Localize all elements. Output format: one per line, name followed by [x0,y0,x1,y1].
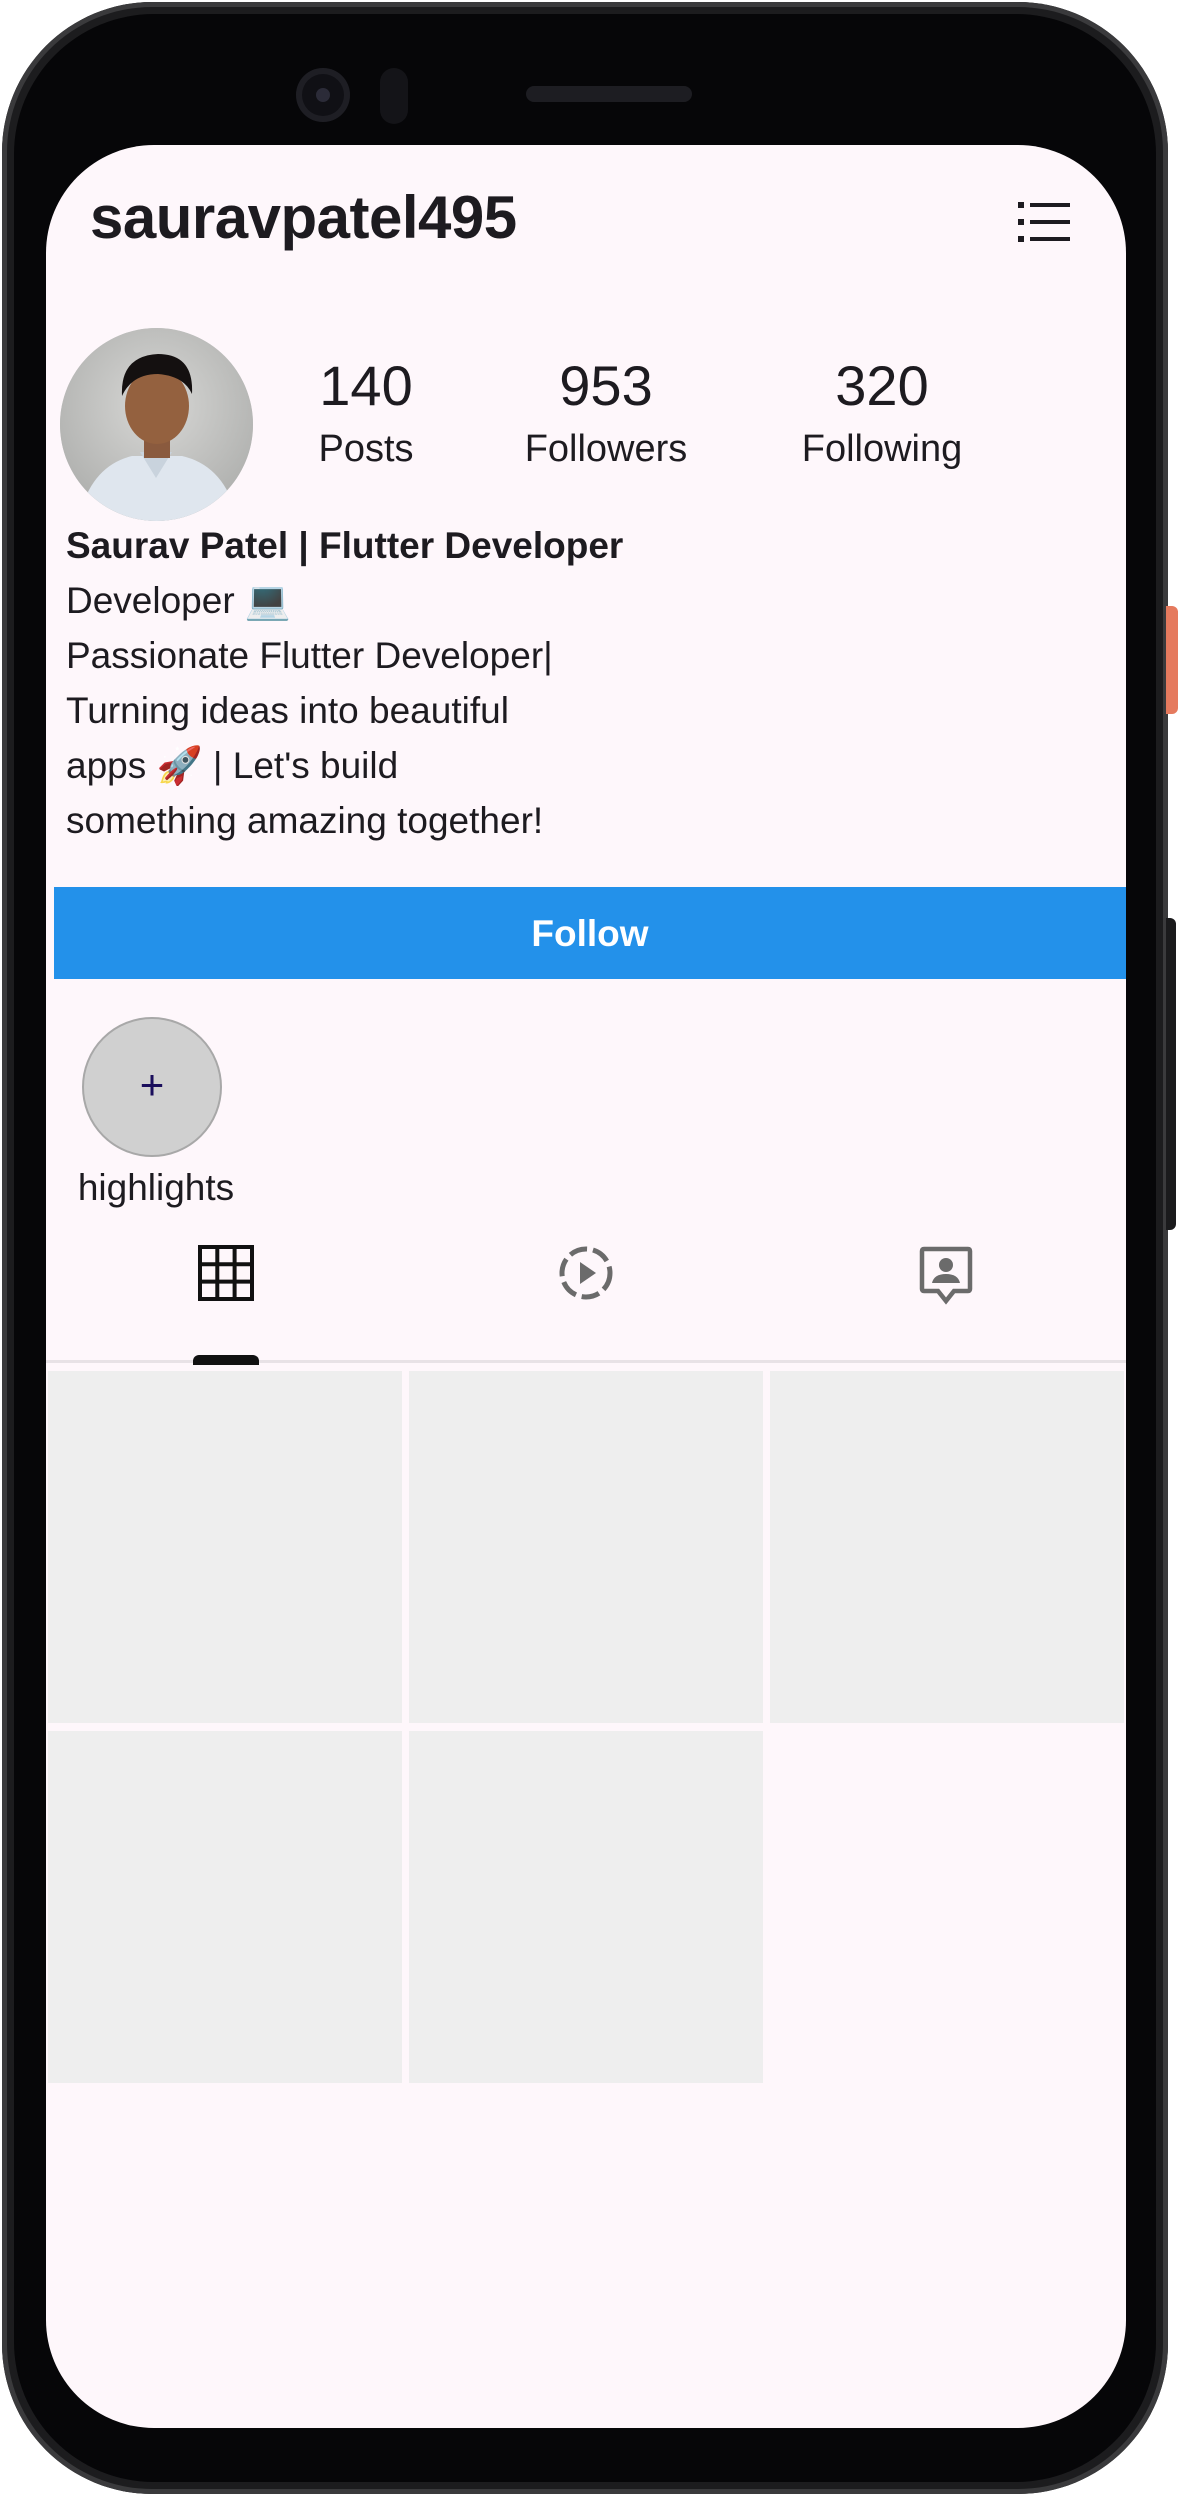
earpiece-speaker [526,86,692,102]
post-thumbnail[interactable] [409,1731,763,2083]
plus-icon: + [139,1061,165,1108]
bio-line: Turning ideas into beautiful [66,690,509,731]
following-label: Following [801,427,963,470]
volume-button [1166,918,1176,1230]
posts-count: 140 [319,354,413,417]
profile-avatar[interactable] [60,328,253,521]
following-count: 320 [835,354,929,417]
add-highlight-button[interactable]: + [82,1017,222,1157]
tab-tagged[interactable] [766,1225,1126,1335]
tagged-icon [919,1246,973,1305]
post-thumbnail[interactable] [48,1371,402,1723]
menu-list-icon [1018,202,1070,242]
bio-line: Passionate Flutter Developer| [66,635,553,676]
posts-label: Posts [318,427,414,470]
follow-button[interactable]: Follow [54,887,1126,979]
bio-display-name: Saurav Patel | Flutter Developer [66,525,624,566]
posts-stat[interactable]: 140 Posts [256,355,476,472]
menu-button[interactable] [1014,197,1074,247]
bio-line: something amazing together! [66,800,544,841]
post-thumbnail[interactable] [770,1371,1124,1723]
following-stat[interactable]: 320 Following [772,355,992,472]
highlights-label: highlights [77,1167,235,1208]
followers-count: 953 [559,354,653,417]
profile-bio: Saurav Patel | Flutter Developer Develop… [66,518,666,848]
tab-reels[interactable] [406,1225,766,1335]
bio-line: apps 🚀 | Let's build [66,745,399,786]
app-screen: sauravpatel495 140 Posts 953 Followers 3… [46,145,1126,2428]
selected-tab-indicator [193,1355,259,1365]
power-button [1166,606,1178,714]
sensor-icon [380,68,408,124]
followers-stat[interactable]: 953 Followers [496,355,716,472]
grid-icon [198,1245,254,1301]
front-camera-icon [296,68,350,122]
post-thumbnail[interactable] [409,1371,763,1723]
tab-posts-grid[interactable] [46,1225,406,1335]
bio-line: Developer 💻 [66,580,291,621]
app-bar: sauravpatel495 [46,145,1126,295]
avatar-photo [60,328,253,521]
reels-icon [559,1246,613,1300]
post-thumbnail[interactable] [48,1731,402,2083]
profile-username: sauravpatel495 [90,184,517,251]
followers-label: Followers [524,427,688,470]
